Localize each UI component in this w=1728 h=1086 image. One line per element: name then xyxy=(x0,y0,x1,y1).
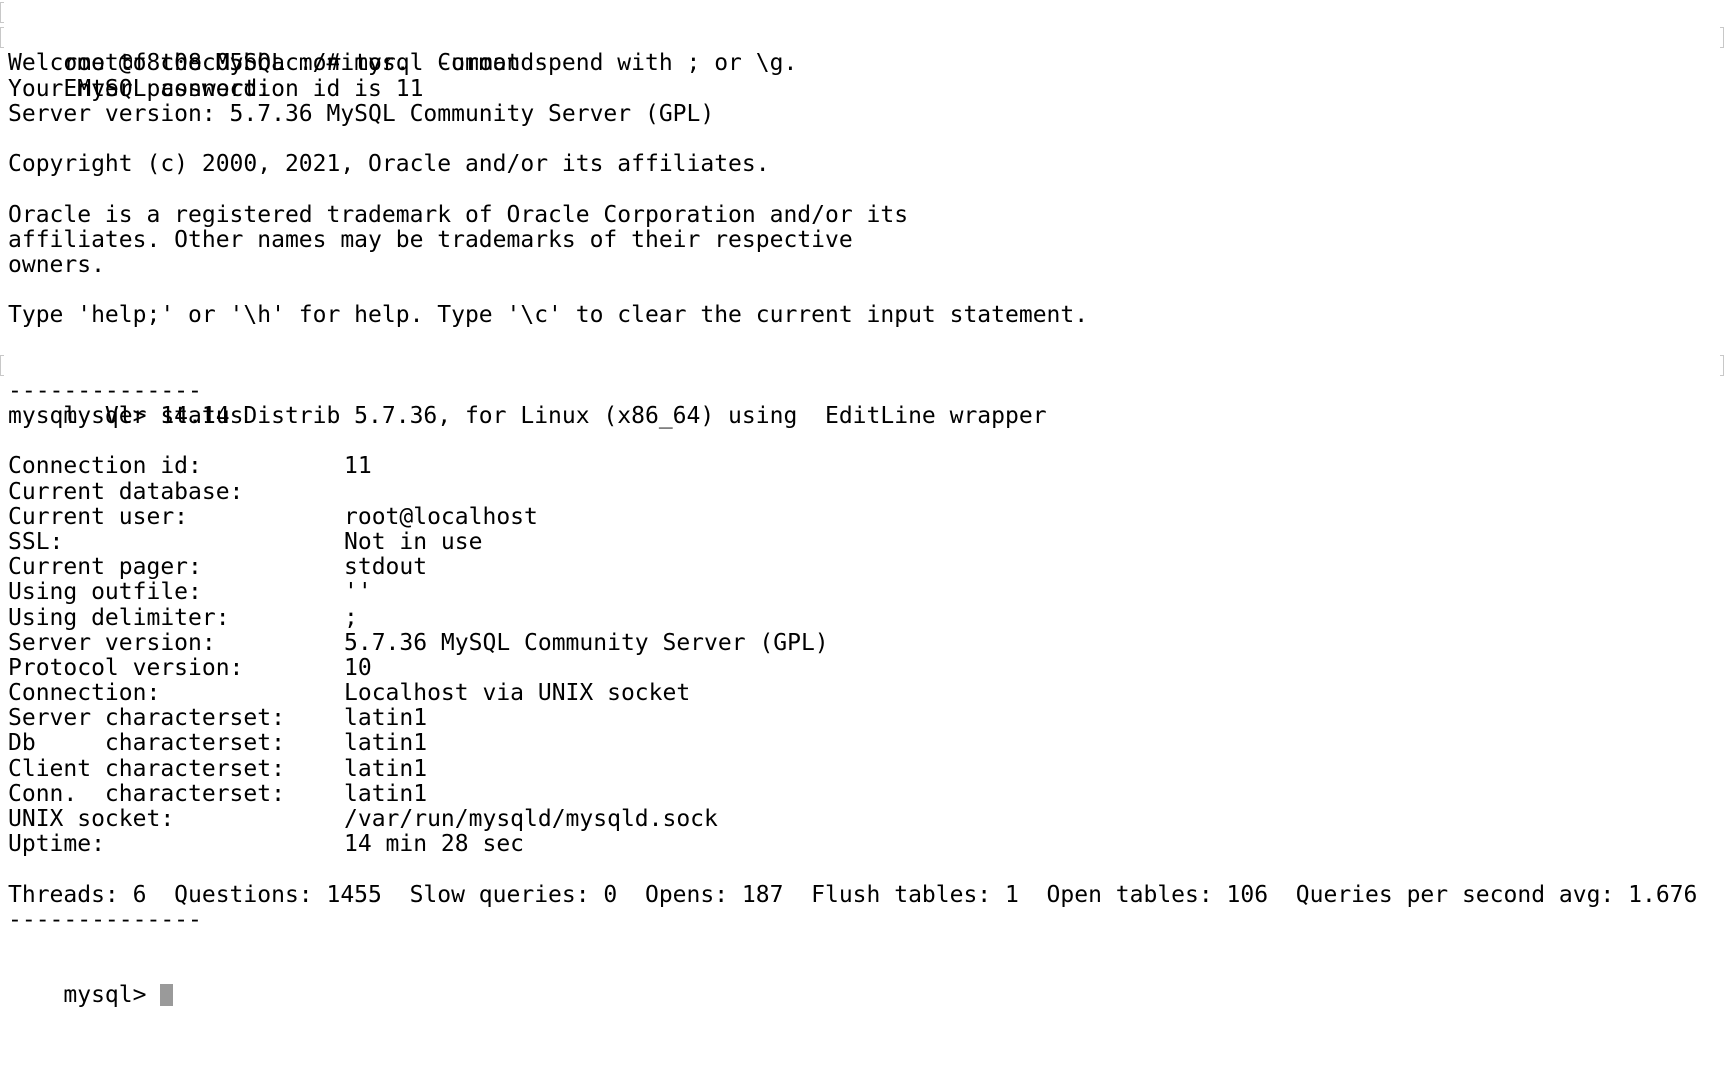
status-row: Db characterset: latin1 xyxy=(0,731,1728,756)
stats-line: Threads: 6 Questions: 1455 Slow queries:… xyxy=(8,881,1698,908)
copyright-line: Copyright (c) 2000, 2021, Oracle and/or … xyxy=(8,151,770,178)
status-key: Conn. characterset: xyxy=(8,780,285,807)
trademark-line: Oracle is a registered trademark of Orac… xyxy=(8,201,909,228)
mark-bracket-right xyxy=(1720,354,1724,376)
status-row: Using delimiter:; xyxy=(0,604,1728,631)
status-key: Connection: xyxy=(8,680,161,707)
mysql-prompt: mysql> xyxy=(63,982,161,1009)
status-row: Server characterset: latin1 xyxy=(0,706,1728,731)
version-info-line: mysql Ver 14.14 Distrib 5.7.36, for Linu… xyxy=(8,403,1047,429)
status-value: latin1 xyxy=(344,705,428,732)
status-key: Using outfile: xyxy=(8,579,202,606)
input-prompt-line[interactable]: mysql> xyxy=(0,958,1728,1008)
status-value: 14 min 28 sec xyxy=(344,831,525,858)
status-value: root@localhost xyxy=(344,503,538,530)
server-version-line: Server version: 5.7.36 MySQL Community S… xyxy=(8,100,715,127)
status-value: /var/run/mysqld/mysqld.sock xyxy=(344,806,718,832)
status-row: Server version: 5.7.36 MySQL Community Se… xyxy=(0,629,1728,656)
mark-bracket-right xyxy=(1720,27,1724,49)
status-key: Server version: xyxy=(8,629,216,656)
mark-bracket-left xyxy=(0,354,4,376)
status-row: Using outfile: '' xyxy=(0,580,1728,605)
status-key: Current database: xyxy=(8,478,244,505)
status-key: Protocol version: xyxy=(8,654,244,681)
status-value: Localhost via UNIX socket xyxy=(344,680,691,707)
separator-line: -------------- xyxy=(8,906,202,933)
connection-id-line: Your MySQL connection id is 11 xyxy=(8,75,424,102)
shell-command-line: root@f8c08c05bbac:/# mysql -uroot -p xyxy=(0,1,1728,76)
status-key: UNIX socket: xyxy=(8,806,175,832)
status-value: 5.7.36 MySQL Community Server (GPL) xyxy=(344,629,829,656)
status-key: Current pager: xyxy=(8,554,202,581)
status-row: Client characterset: latin1 xyxy=(0,755,1728,782)
status-key: Using delimiter: xyxy=(8,604,230,631)
enter-password-line: Enter password: xyxy=(0,26,1728,101)
welcome-line: Welcome to the MySQL monitor. Commands e… xyxy=(8,50,798,77)
status-row: UNIX socket: /var/run/mysqld/mysqld.sock xyxy=(0,806,1728,832)
terminal-window[interactable]: root@f8c08c05bbac:/# mysql -uroot -p Ent… xyxy=(0,0,1728,1086)
status-row: Connection: Localhost via UNIX socket xyxy=(0,680,1728,707)
help-hint-line: Type 'help;' or '\h' for help. Type '\c'… xyxy=(8,302,1089,329)
status-value: ; xyxy=(344,604,358,631)
status-row: Protocol version: 10 xyxy=(0,654,1728,681)
status-row: Uptime: 14 min 28 sec xyxy=(0,831,1728,858)
status-key: Client characterset: xyxy=(8,755,285,782)
status-value: '' xyxy=(344,579,372,606)
status-row: Current pager: stdout xyxy=(0,554,1728,581)
trademark-line: affiliates. Other names may be trademark… xyxy=(8,226,853,253)
status-command-line: mysql> status xyxy=(0,354,1728,429)
status-row: Connection id: 11 xyxy=(0,454,1728,479)
status-value: stdout xyxy=(344,554,428,581)
status-value: 10 xyxy=(344,654,372,681)
trademark-line: owners. xyxy=(8,251,105,278)
status-row: Current database: xyxy=(0,478,1728,505)
status-key: Current user: xyxy=(8,503,189,530)
status-value: latin1 xyxy=(344,755,428,782)
status-row: Conn. characterset: latin1 xyxy=(0,780,1728,807)
status-value: latin1 xyxy=(344,780,428,807)
status-key: Db characterset: xyxy=(8,730,285,757)
mark-bracket-left xyxy=(0,27,4,49)
separator-line: -------------- xyxy=(8,377,202,404)
status-key: Server characterset: xyxy=(8,705,285,732)
status-value: latin1 xyxy=(344,730,428,757)
status-key: Uptime: xyxy=(8,831,105,858)
status-row: SSL: Not in use xyxy=(0,528,1728,555)
status-value: Not in use xyxy=(344,528,483,555)
status-key: Connection id: xyxy=(8,453,202,480)
text-cursor[interactable] xyxy=(160,984,174,1007)
status-value: 11 xyxy=(344,453,372,480)
status-key: SSL: xyxy=(8,528,64,555)
mark-bracket-left xyxy=(0,2,4,23)
status-row: Current user: root@localhost xyxy=(0,503,1728,530)
